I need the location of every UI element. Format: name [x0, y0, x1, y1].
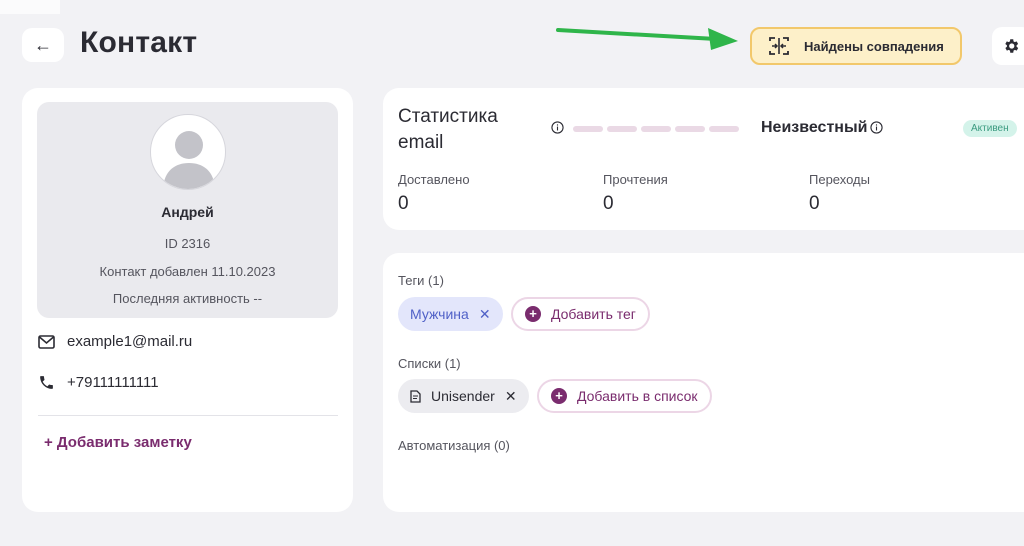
email-row[interactable]: example1@mail.ru	[38, 333, 192, 350]
metric-opens: Прочтения 0	[603, 172, 668, 215]
email-stats-card: Статистика email Неизвестный Активен Дос…	[383, 88, 1024, 230]
profile-summary: Андрей ID 2316 Контакт добавлен 11.10.20…	[37, 102, 338, 318]
list-chip-label: Unisender	[431, 388, 495, 404]
divider	[38, 415, 338, 416]
settings-button[interactable]	[992, 27, 1024, 65]
metric-value: 0	[603, 193, 614, 214]
tag-chip[interactable]: Мужчина ✕	[398, 297, 503, 331]
back-arrow-icon: ←	[34, 34, 52, 55]
plus-icon: +	[551, 388, 567, 404]
status-label: Неизвестный	[761, 119, 868, 136]
metric-label: Доставлено	[398, 172, 470, 187]
list-chip[interactable]: Unisender ✕	[398, 379, 529, 413]
status-info-icon[interactable]	[870, 121, 883, 134]
avatar	[150, 114, 226, 190]
metric-label: Переходы	[809, 172, 870, 187]
remove-tag-icon[interactable]: ✕	[479, 306, 491, 323]
metric-delivered: Доставлено 0	[398, 172, 470, 215]
add-to-list-label: Добавить в список	[577, 388, 698, 404]
phone-row[interactable]: +79111111111	[38, 374, 159, 391]
status-progress-segment	[675, 126, 705, 132]
stats-title: Статистика email	[398, 106, 498, 153]
status-progress-segment	[641, 126, 671, 132]
tag-chip-label: Мужчина	[410, 306, 469, 322]
status-progress-segment	[709, 126, 739, 132]
metric-clicks: Переходы 0	[809, 172, 870, 215]
profile-card: Андрей ID 2316 Контакт добавлен 11.10.20…	[22, 88, 353, 512]
phone-value: +79111111111	[67, 374, 159, 391]
top-strip	[0, 0, 60, 14]
add-to-list-button[interactable]: + Добавить в список	[537, 379, 712, 413]
contact-added-date: Контакт добавлен 11.10.2023	[99, 264, 276, 279]
remove-list-icon[interactable]: ✕	[505, 388, 517, 405]
status-progress-segment	[607, 126, 637, 132]
matches-found-button[interactable]: Найдены совпадения	[750, 27, 962, 65]
plus-icon: +	[525, 306, 541, 322]
document-icon	[410, 389, 421, 403]
lists-label: Списки (1)	[398, 356, 461, 371]
last-activity: Последняя активность --	[112, 291, 263, 306]
phone-icon	[40, 376, 53, 389]
green-arrow-icon	[556, 28, 738, 50]
gear-icon	[1005, 39, 1019, 53]
tags-label: Теги (1)	[398, 273, 444, 288]
merge-icon	[768, 36, 790, 56]
contact-id: ID 2316	[164, 236, 211, 251]
metric-value: 0	[809, 193, 820, 214]
status-progress-segment	[573, 126, 603, 132]
info-icon[interactable]	[551, 121, 564, 134]
add-note-link[interactable]: + Добавить заметку	[44, 434, 192, 451]
tags-lists-card: Теги (1) Мужчина ✕ + Добавить тег Списки…	[383, 253, 1024, 512]
matches-found-label: Найдены совпадения	[804, 38, 944, 54]
email-value: example1@mail.ru	[67, 333, 193, 350]
page-title: Контакт	[80, 26, 198, 59]
contact-name: Андрей	[161, 204, 214, 220]
add-tag-button[interactable]: + Добавить тег	[511, 297, 650, 331]
metric-value: 0	[398, 193, 409, 214]
back-button[interactable]: ←	[22, 28, 64, 62]
status-badge: Активен	[963, 120, 1017, 137]
add-tag-label: Добавить тег	[551, 306, 636, 322]
mail-icon	[38, 334, 55, 349]
metric-label: Прочтения	[603, 172, 668, 187]
automation-label: Автоматизация (0)	[398, 438, 510, 453]
